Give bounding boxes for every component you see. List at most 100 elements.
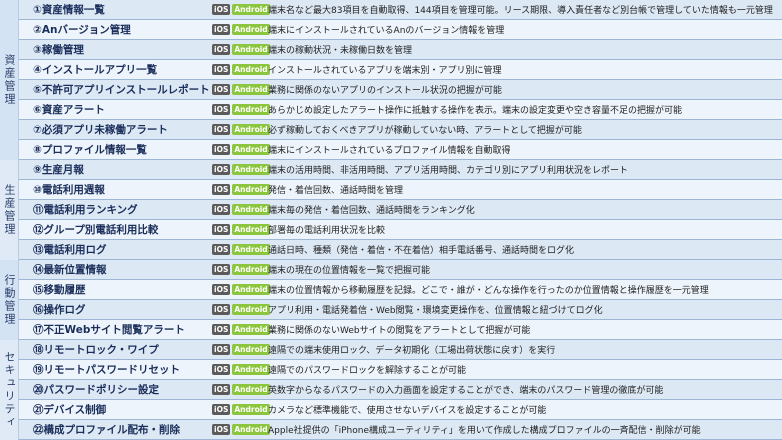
feature-description: 端末にインストールされているプロファイル情報を自動取得: [268, 146, 511, 156]
feature-description: 端末の活用時間、非活用時間、アプリ活用時間、カテゴリ別にアプリ利用状況をレポート: [268, 166, 629, 176]
feature-row: ⑲リモートパスワードリセット iOS Android 遠隔でのパスワードロックを解除す…: [19, 360, 782, 380]
feature-row: ⑬電話利用ログ iOS Android 通話日時、種類（発信・着信・不在着信）相手電話…: [19, 240, 782, 260]
group-label: 行動管理: [0, 260, 19, 340]
feature-name: ②Anバージョン管理: [33, 24, 131, 36]
feature-description: あらかじめ設定したアラート操作に抵触する操作を表示。端末の設定変更や空き容量不足…: [268, 106, 683, 116]
feature-name: ①資産情報一覧: [33, 4, 105, 16]
ios-badge: iOS: [212, 184, 231, 195]
feature-row: ②Anバージョン管理 iOS Android 端末にインストールされているAnのバージ…: [19, 20, 782, 40]
ios-badge: iOS: [212, 124, 231, 135]
feature-row: ⑪電話利用ランキング iOS Android 端末毎の発信・着信回数、通話時間をランキ…: [19, 200, 782, 220]
feature-description: 端末毎の発信・着信回数、通話時間をランキング化: [268, 206, 475, 216]
ios-badge: iOS: [212, 384, 231, 395]
feature-description: 必ず稼動しておくべきアプリが稼動していない時、アラートとして把握が可能: [268, 126, 582, 136]
platform-badges: iOS Android: [212, 24, 270, 35]
platform-badges: iOS Android: [212, 344, 270, 355]
feature-row: ⑮移動履歴 iOS Android 端末の位置情報から移動履歴を記録。どこで・誰が・ど…: [19, 280, 782, 300]
feature-row: ⑧プロファイル情報一覧 iOS Android 端末にインストールされているプロファイ…: [19, 140, 782, 160]
feature-description: アプリ利用・電話発着信・Web閲覧・環境変更操作を、位置情報と紐づけてログ化: [268, 306, 603, 316]
feature-description: 業務に関係のないWebサイトの閲覧をアラートとして把握が可能: [268, 326, 531, 336]
platform-badges: iOS Android: [212, 4, 270, 15]
ios-badge: iOS: [212, 264, 231, 275]
feature-description: 部署毎の電話利用状況を比較: [268, 226, 386, 236]
feature-row: ㉒構成プロファイル配布・削除 iOS Android Apple社提供の「iPhone…: [19, 420, 782, 440]
feature-name: ⑰不正Webサイト閲覧アラート: [33, 324, 185, 336]
group-label: 生産管理: [0, 160, 19, 260]
feature-name: ⑨生産月報: [33, 164, 84, 176]
feature-description: 端末名など最大83項目を自動取得、144項目を管理可能。リース期限、導入責任者な…: [268, 6, 773, 16]
feature-description: 遠隔での端末使用ロック、データ初期化（工場出荷状態に戻す）を実行: [268, 346, 556, 356]
platform-badges: iOS Android: [212, 364, 270, 375]
feature-name: ⑫グループ別電話利用比較: [33, 224, 159, 236]
feature-group: 生産管理 ⑨生産月報 iOS Android 端末の活用時間、非活用時間、アプリ活用時間…: [0, 160, 782, 260]
feature-row: ⑦必須アプリ未稼働アラート iOS Android 必ず稼動しておくべきアプリが稼動し…: [19, 120, 782, 140]
ios-badge: iOS: [212, 244, 231, 255]
platform-badges: iOS Android: [212, 244, 270, 255]
feature-row: ⑰不正Webサイト閲覧アラート iOS Android 業務に関係のないWebサイトの…: [19, 320, 782, 340]
platform-badges: iOS Android: [212, 404, 270, 415]
feature-description: 遠隔でのパスワードロックを解除することが可能: [268, 366, 467, 376]
feature-row: ⑫グループ別電話利用比較 iOS Android 部署毎の電話利用状況を比較: [19, 220, 782, 240]
ios-badge: iOS: [212, 4, 231, 15]
feature-description: Apple社提供の「iPhone構成ユーティリティ」を用いて作成した構成プロファ…: [268, 426, 701, 436]
feature-name: ⑪電話利用ランキング: [33, 204, 138, 216]
group-label-text: 生産管理: [3, 184, 16, 236]
feature-row: ㉑デバイス制御 iOS Android カメラなど標準機能で、使用させないデバイスを設…: [19, 400, 782, 420]
feature-name: ⑤不許可アプリインストールレポート: [33, 84, 210, 96]
feature-row: ⑥資産アラート iOS Android あらかじめ設定したアラート操作に抵触する操作を…: [19, 100, 782, 120]
ios-badge: iOS: [212, 344, 231, 355]
feature-table: 資産管理 ①資産情報一覧 iOS Android 端末名など最大83項目を自動取得、14…: [0, 0, 782, 440]
feature-row: ⑯操作ログ iOS Android アプリ利用・電話発着信・Web閲覧・環境変更操作を…: [19, 300, 782, 320]
group-label-text: 資産管理: [3, 54, 16, 106]
platform-badges: iOS Android: [212, 264, 270, 275]
ios-badge: iOS: [212, 204, 231, 215]
ios-badge: iOS: [212, 304, 231, 315]
ios-badge: iOS: [212, 164, 231, 175]
platform-badges: iOS Android: [212, 84, 270, 95]
ios-badge: iOS: [212, 64, 231, 75]
feature-name: ⑦必須アプリ未稼働アラート: [33, 124, 168, 136]
ios-badge: iOS: [212, 404, 231, 415]
ios-badge: iOS: [212, 224, 231, 235]
feature-row: ⑱リモートロック・ワイプ iOS Android 遠隔での端末使用ロック、データ初期化…: [19, 340, 782, 360]
feature-name: ⑩電話利用週報: [33, 184, 105, 196]
feature-group: セキュリティ ⑱リモートロック・ワイプ iOS Android 遠隔での端末使用ロック、…: [0, 340, 782, 440]
feature-row: ④インストールアプリ一覧 iOS Android インストールされているアプリを端末別…: [19, 60, 782, 80]
ios-badge: iOS: [212, 84, 231, 95]
platform-badges: iOS Android: [212, 424, 270, 435]
platform-badges: iOS Android: [212, 64, 270, 75]
feature-name: ⑯操作ログ: [33, 304, 86, 316]
feature-row: ⑳パスワードポリシー設定 iOS Android 英数字からなるパスワードの入力画面を…: [19, 380, 782, 400]
feature-description: 端末の稼動状況・未稼働日数を管理: [268, 46, 413, 56]
platform-badges: iOS Android: [212, 324, 270, 335]
feature-name: ⑲リモートパスワードリセット: [33, 364, 180, 376]
feature-description: 端末の位置情報から移動履歴を記録。どこで・誰が・どんな操作を行ったのか位置情報と…: [268, 286, 709, 296]
ios-badge: iOS: [212, 424, 231, 435]
group-label: セキュリティ: [0, 340, 19, 440]
feature-name: ⑱リモートロック・ワイプ: [33, 344, 159, 356]
feature-row: ⑤不許可アプリインストールレポート iOS Android 業務に関係のないアプリのイ…: [19, 80, 782, 100]
ios-badge: iOS: [212, 104, 231, 115]
feature-name: ⑧プロファイル情報一覧: [33, 144, 147, 156]
feature-name: ⑭最新位置情報: [33, 264, 107, 276]
platform-badges: iOS Android: [212, 304, 270, 315]
feature-description: 端末にインストールされているAnのバージョン情報を管理: [268, 26, 505, 36]
platform-badges: iOS Android: [212, 44, 270, 55]
feature-group: 行動管理 ⑭最新位置情報 iOS Android 端末の現在の位置情報を一覧で把握可能 ⑮…: [0, 260, 782, 340]
ios-badge: iOS: [212, 284, 231, 295]
feature-group: 資産管理 ①資産情報一覧 iOS Android 端末名など最大83項目を自動取得、14…: [0, 0, 782, 160]
platform-badges: iOS Android: [212, 104, 270, 115]
ios-badge: iOS: [212, 324, 231, 335]
group-label-text: セキュリティ: [3, 351, 16, 429]
feature-name: ⑬電話利用ログ: [33, 244, 107, 256]
feature-row: ⑨生産月報 iOS Android 端末の活用時間、非活用時間、アプリ活用時間、カテゴ…: [19, 160, 782, 180]
platform-badges: iOS Android: [212, 164, 270, 175]
platform-badges: iOS Android: [212, 124, 270, 135]
feature-description: 英数字からなるパスワードの入力画面を設定することができ、端末のパスワード管理の徹…: [268, 386, 664, 396]
platform-badges: iOS Android: [212, 144, 270, 155]
feature-row: ③稼働管理 iOS Android 端末の稼動状況・未稼働日数を管理: [19, 40, 782, 60]
feature-description: インストールされているアプリを端末別・アプリ別に管理: [268, 66, 502, 76]
feature-name: ④インストールアプリ一覧: [33, 64, 158, 76]
ios-badge: iOS: [212, 44, 231, 55]
platform-badges: iOS Android: [212, 184, 270, 195]
